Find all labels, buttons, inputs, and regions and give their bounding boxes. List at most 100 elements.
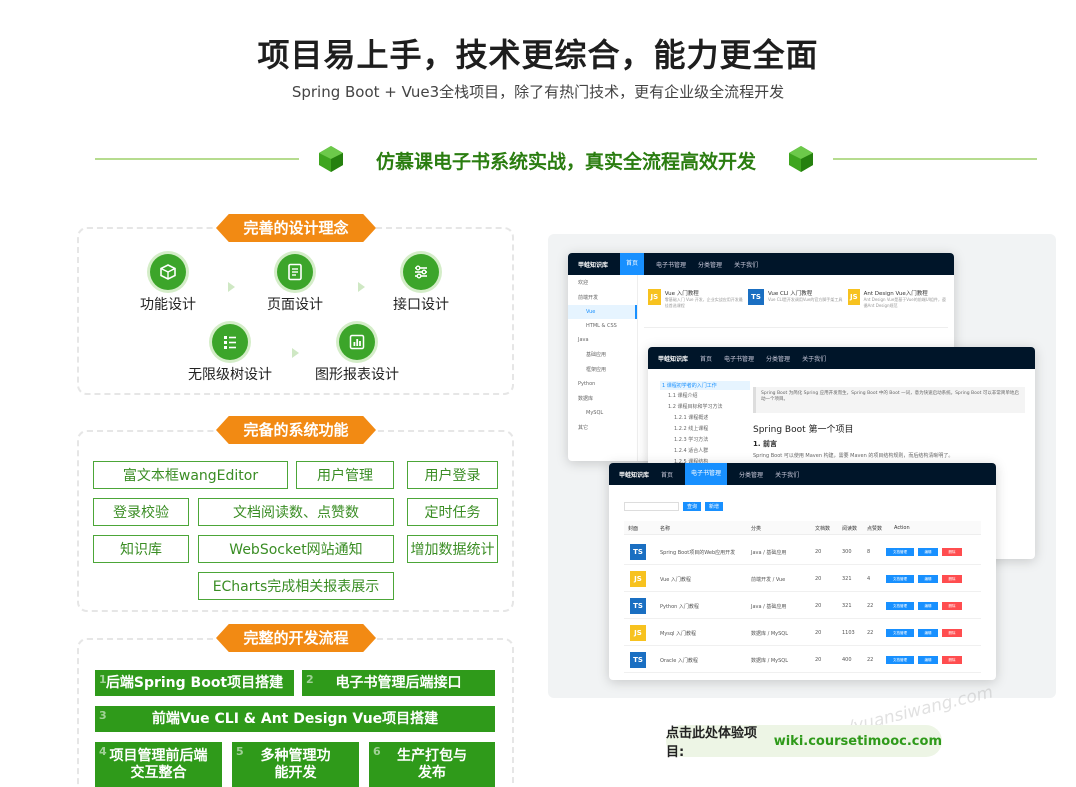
function-tag: 知识库 (93, 535, 189, 563)
preview-nav: 甲蛙知识库 首页 电子书管理 分类管理 关于我们 (568, 253, 954, 275)
cover-badge: TS (630, 652, 646, 668)
table-cell: Mysql 入门教程 (660, 631, 697, 637)
doc-manage-button[interactable]: 文档管理 (886, 575, 914, 583)
doc-manage-button[interactable]: 文档管理 (886, 656, 914, 664)
cover-badge: JS (630, 625, 646, 641)
delete-button[interactable]: 删除 (942, 656, 962, 664)
table-cell: 数据库 / MySQL (751, 631, 789, 637)
cube-icon (150, 254, 186, 290)
table-cell: 300 (842, 549, 852, 555)
function-tag: 增加数据统计 (407, 535, 498, 563)
edit-button[interactable]: 编辑 (918, 548, 938, 556)
process-ribbon: 完整的开发流程 (216, 624, 376, 652)
table-cell: Python 入门教程 (660, 604, 699, 610)
query-button[interactable]: 查询 (683, 502, 702, 511)
function-tag: 用户登录 (407, 461, 498, 489)
flow-arrow (358, 282, 365, 292)
table-cell: 22 (867, 630, 874, 636)
preview-nav: 甲蛙知识库 首页 电子书管理 分类管理 关于我们 (648, 347, 1035, 369)
flow-arrow (228, 282, 235, 292)
preview-card: TS Vue CLI 入门教程 Vue CLI是开发调用Vue的官方脚手架工具 (748, 289, 843, 305)
design-item-page: 页面设计 (240, 254, 350, 314)
edit-button[interactable]: 编辑 (918, 656, 938, 664)
table-cell: 22 (867, 657, 874, 663)
bar-chart-icon (339, 324, 375, 360)
flow-arrow (292, 348, 299, 358)
table-cell: 20 (815, 603, 822, 609)
doc-notice: Spring Boot 为简化 Spring 应用开发而生，Spring Boo… (753, 387, 1025, 413)
doc-body: Spring Boot 可以使用 Maven 构建，需要 Maven 的项目结构… (753, 453, 954, 459)
process-step: 2 电子书管理后端接口 (302, 670, 495, 696)
edit-button[interactable]: 编辑 (918, 602, 938, 610)
doc-subheading: 1. 前言 (753, 440, 777, 448)
design-item-api: 接口设计 (366, 254, 476, 314)
process-step: 6 生产打包与发布 (369, 742, 495, 787)
list-tree-icon (212, 324, 248, 360)
preview-card: JS Ant Design Vue入门教程 Ant Design Vue是基于V… (848, 289, 946, 308)
function-tag: 用户管理 (296, 461, 394, 489)
delete-button[interactable]: 删除 (942, 548, 962, 556)
table-row: TS Spring Boot项目的Web应用开发 Java / 基础应用 20 300 8… (624, 539, 981, 565)
page-headline: 项目易上手，技术更综合，能力更全面 (257, 36, 819, 74)
page-subtitle: Spring Boot + Vue3全栈项目，除了有热门技术，更有企业级全流程开… (291, 83, 785, 101)
green-gem-icon (789, 146, 813, 172)
functions-ribbon: 完备的系统功能 (216, 416, 376, 444)
add-button[interactable]: 新增 (705, 502, 724, 511)
preview-nav: 甲蛙知识库 首页 电子书管理 分类管理 关于我们 (609, 463, 996, 485)
table-cell: 321 (842, 576, 852, 582)
doc-manage-button[interactable]: 文档管理 (886, 602, 914, 610)
table-cell: Oracle 入门教程 (660, 658, 698, 664)
table-cell: 20 (815, 549, 822, 555)
delete-button[interactable]: 删除 (942, 629, 962, 637)
design-ribbon: 完善的设计理念 (216, 214, 376, 242)
search-input[interactable] (624, 502, 679, 511)
table-row: JS Mysql 入门教程 数据库 / MySQL 20 1103 22 文档管理 编辑 删除 (624, 620, 981, 646)
function-tag: 登录校验 (93, 498, 189, 526)
preview-window-admin: 甲蛙知识库 首页 电子书管理 分类管理 关于我们 查询 新增 封面 名称 分类 … (609, 463, 996, 680)
delete-button[interactable]: 删除 (942, 602, 962, 610)
edit-button[interactable]: 编辑 (918, 629, 938, 637)
table-row: TS Python 入门教程 Java / 基础应用 20 321 22 文档管理 编辑 删除 (624, 593, 981, 619)
table-cell: Vue 入门教程 (660, 577, 691, 583)
cover-badge: TS (630, 544, 646, 560)
table-cell: 前端开发 / Vue (751, 577, 786, 583)
divider-line-left (95, 158, 299, 160)
table-header: 封面 名称 分类 文档数 阅读数 点赞数 Action (624, 521, 981, 535)
table-cell: 4 (867, 576, 871, 582)
doc-manage-button[interactable]: 文档管理 (886, 629, 914, 637)
doc-manage-button[interactable]: 文档管理 (886, 548, 914, 556)
cover-badge: JS (630, 571, 646, 587)
table-cell: 1103 (842, 630, 855, 636)
function-tag: WebSocket网站通知 (198, 535, 394, 563)
preview-sidebar: 欢迎 前端开发 Vue HTML & CSS Java 基础应用 框架应用 Py… (568, 275, 638, 461)
table-cell: Spring Boot项目的Web应用开发 (660, 550, 736, 556)
table-cell: 8 (867, 549, 871, 555)
table-cell: 400 (842, 657, 852, 663)
table-cell: Java / 基础应用 (751, 604, 787, 610)
table-row: TS Oracle 入门教程 数据库 / MySQL 20 400 22 文档管理 编辑 删除 (624, 647, 981, 673)
function-tag: 定时任务 (407, 498, 498, 526)
table-cell: 20 (815, 576, 822, 582)
edit-button[interactable]: 编辑 (918, 575, 938, 583)
design-item-tree: 无限级树设计 (175, 324, 285, 384)
design-item-chart: 图形报表设计 (302, 324, 412, 384)
section-divider: 仿慕课电子书系统实战，真实全流程高效开发 (95, 142, 1037, 176)
function-tag: ECharts完成相关报表展示 (198, 572, 394, 600)
table-cell: 321 (842, 603, 852, 609)
table-cell: Java / 基础应用 (751, 550, 787, 556)
table-cell: 数据库 / MySQL (751, 658, 789, 664)
design-item-function: 功能设计 (113, 254, 223, 314)
process-step: 1 后端Spring Boot项目搭建 (95, 670, 294, 696)
try-project-link[interactable]: 点击此处体验项目: wiki.coursetimooc.com (666, 725, 942, 760)
table-cell: 20 (815, 657, 822, 663)
document-icon (277, 254, 313, 290)
table-row: JS Vue 入门教程 前端开发 / Vue 20 321 4 文档管理 编辑 删除 (624, 566, 981, 592)
table-cell: 22 (867, 603, 874, 609)
delete-button[interactable]: 删除 (942, 575, 962, 583)
process-step: 5 多种管理功能开发 (232, 742, 359, 787)
function-tag: 富文本框wangEditor (93, 461, 288, 489)
sliders-icon (403, 254, 439, 290)
table-cell: 20 (815, 630, 822, 636)
process-step: 4 项目管理前后端交互整合 (95, 742, 222, 787)
card-divider (644, 327, 948, 328)
